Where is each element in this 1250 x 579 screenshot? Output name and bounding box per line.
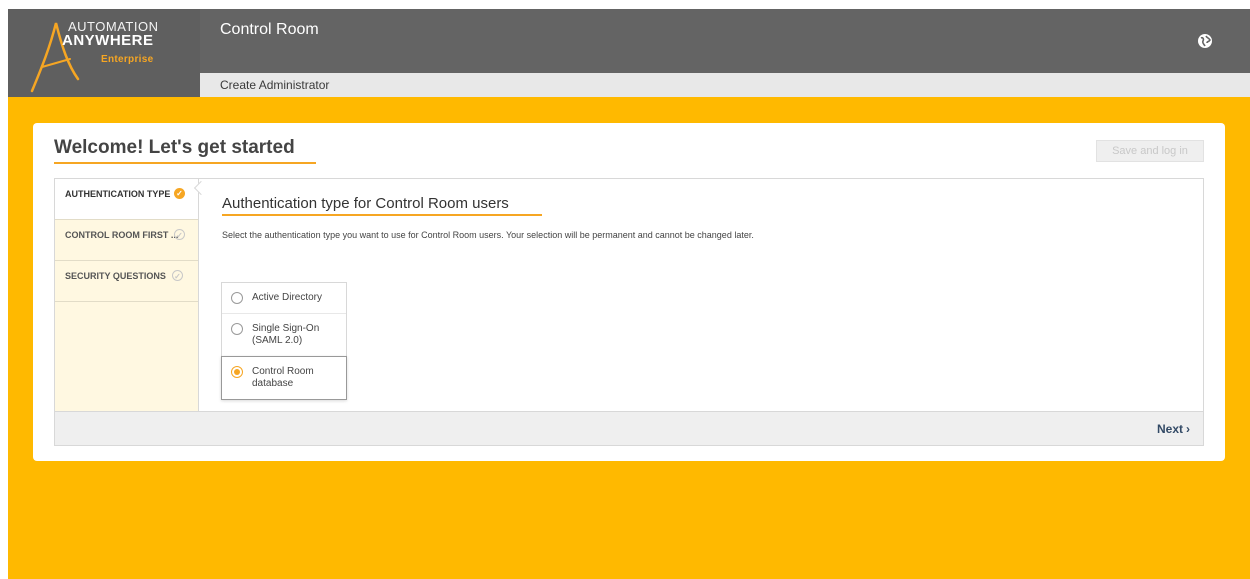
setup-card: Welcome! Let's get started Save and log … <box>33 123 1225 461</box>
page-title: Welcome! Let's get started <box>54 137 295 158</box>
breadcrumb: Create Administrator <box>220 78 330 92</box>
left-edge <box>0 9 8 579</box>
steps-sidebar: AUTHENTICATION TYPE ✓ CONTROL ROOM FIRST… <box>55 179 209 411</box>
auth-type-options: Active Directory Single Sign-On (SAML 2.… <box>221 282 347 400</box>
section-title-underline <box>222 214 542 216</box>
check-outline-icon: ✓ <box>174 229 185 240</box>
globe-icon[interactable] <box>1198 34 1212 48</box>
option-label: Single Sign-On (SAML 2.0) <box>252 323 320 346</box>
step-label: CONTROL ROOM FIRST ... <box>65 230 179 240</box>
step-label: AUTHENTICATION TYPE <box>65 189 171 199</box>
check-icon: ✓ <box>174 188 185 199</box>
option-active-directory[interactable]: Active Directory <box>222 283 346 314</box>
wizard-footer: Next › <box>55 411 1203 445</box>
option-single-sign-on[interactable]: Single Sign-On (SAML 2.0) <box>222 314 346 357</box>
save-and-log-in-button[interactable]: Save and log in <box>1096 140 1204 162</box>
chevron-right-icon: › <box>1186 422 1190 436</box>
breadcrumb-bar: Create Administrator <box>200 73 1250 97</box>
radio-button-selected[interactable] <box>231 366 243 378</box>
section-title: Authentication type for Control Room use… <box>222 195 509 212</box>
next-button[interactable]: Next › <box>1157 422 1190 436</box>
brand-line-2: ANYWHERE <box>62 32 154 49</box>
step-label: SECURITY QUESTIONS <box>65 271 166 281</box>
radio-button[interactable] <box>231 292 243 304</box>
check-outline-icon: ✓ <box>172 270 183 281</box>
step-authentication-type[interactable]: AUTHENTICATION TYPE ✓ <box>55 179 209 220</box>
wizard-panel: AUTHENTICATION TYPE ✓ CONTROL ROOM FIRST… <box>54 178 1204 446</box>
next-label: Next <box>1156 422 1183 436</box>
active-step-pointer <box>193 180 209 196</box>
option-label: Control Room database <box>252 366 314 389</box>
option-control-room-database[interactable]: Control Room database <box>221 356 347 400</box>
step-control-room-first[interactable]: CONTROL ROOM FIRST ... ✓ <box>55 220 198 261</box>
title-underline <box>54 162 316 164</box>
radio-button[interactable] <box>231 323 243 335</box>
app-title: Control Room <box>220 21 319 38</box>
brand-line-3: Enterprise <box>101 54 154 65</box>
section-description: Select the authentication type you want … <box>222 230 754 240</box>
top-strip <box>0 0 1250 9</box>
option-label: Active Directory <box>252 292 323 303</box>
step-security-questions[interactable]: SECURITY QUESTIONS ✓ <box>55 261 198 302</box>
